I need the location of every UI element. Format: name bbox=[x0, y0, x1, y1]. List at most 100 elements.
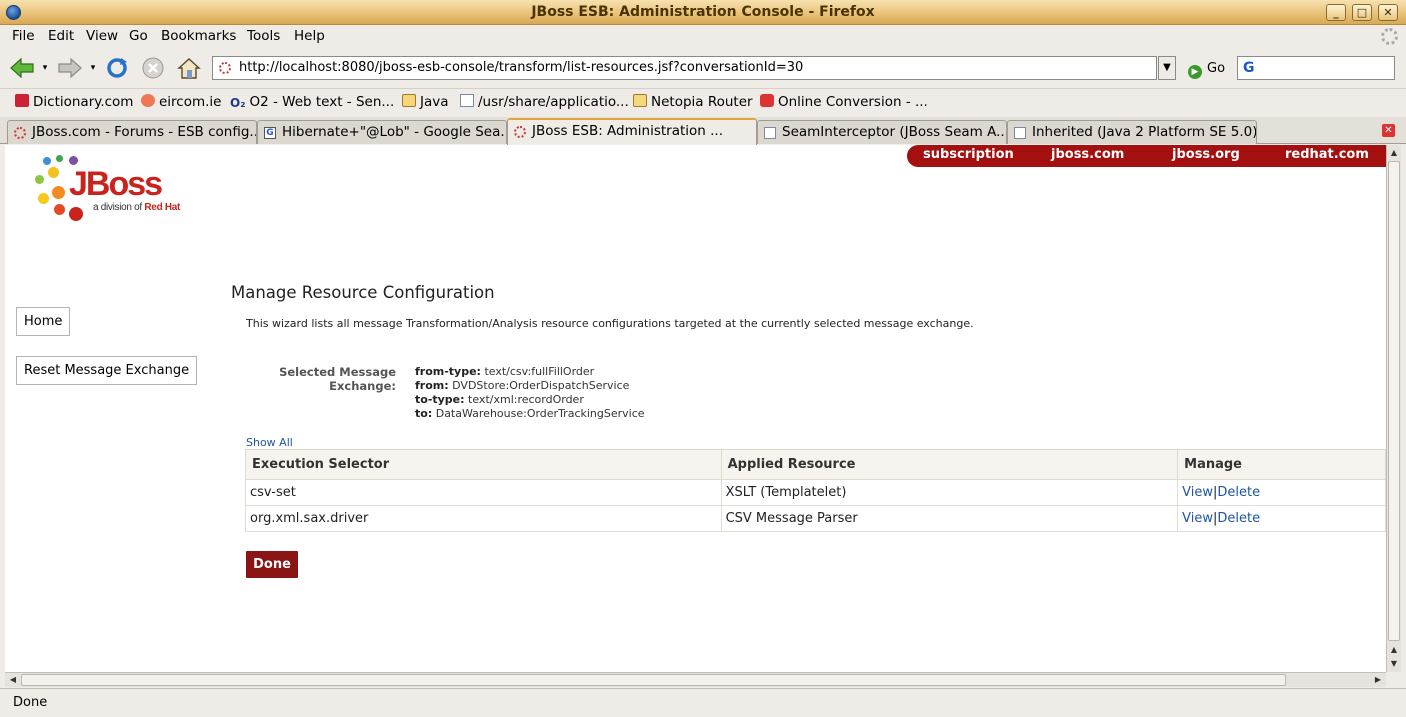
address-bar[interactable]: http://localhost:8080/jboss-esb-console/… bbox=[212, 56, 1157, 80]
menu-edit[interactable]: Edit bbox=[48, 28, 74, 44]
show-all-link[interactable]: Show All bbox=[246, 436, 293, 449]
loading-icon bbox=[14, 127, 26, 139]
bookmark-folder-netopia[interactable]: Netopia Router bbox=[633, 94, 753, 110]
home-button[interactable] bbox=[175, 54, 203, 82]
execution-selector-cell: csv-set bbox=[245, 479, 722, 506]
scroll-down-icon[interactable]: ▼ bbox=[1388, 657, 1400, 671]
logo-wordmark: JBoss bbox=[69, 165, 163, 203]
tab-jboss-esb-console[interactable]: JBoss ESB: Administration ... bbox=[507, 118, 757, 145]
bookmark-folder-java[interactable]: Java bbox=[402, 94, 449, 110]
home-icon bbox=[177, 58, 201, 79]
eircom-icon bbox=[141, 94, 155, 107]
done-button[interactable]: Done bbox=[246, 551, 298, 578]
back-history-dropdown[interactable]: ▾ bbox=[38, 54, 52, 82]
to-row: to: DataWarehouse:OrderTrackingService bbox=[415, 407, 645, 420]
stop-icon bbox=[142, 57, 164, 79]
horizontal-scrollbar[interactable]: ◀ ▶ bbox=[5, 672, 1386, 687]
status-text: Done bbox=[13, 695, 48, 710]
tab-seam-interceptor[interactable]: SeamInterceptor (JBoss Seam A... bbox=[757, 120, 1007, 144]
vertical-scrollbar[interactable]: ▲ ▲ ▼ bbox=[1386, 145, 1401, 672]
from-row: from: DVDStore:OrderDispatchService bbox=[415, 379, 630, 392]
bookmark-online-conversion[interactable]: Online Conversion - ... bbox=[760, 94, 928, 110]
tab-inherited-java[interactable]: Inherited (Java 2 Platform SE 5.0) bbox=[1007, 120, 1257, 144]
bookmark-o2[interactable]: O₂ O2 - Web text - Sen... bbox=[230, 94, 394, 110]
bookmark-usr-share[interactable]: /usr/share/applicatio... bbox=[460, 94, 629, 110]
menu-file[interactable]: File bbox=[12, 28, 35, 44]
window-titlebar: JBoss ESB: Administration Console - Fire… bbox=[0, 0, 1406, 25]
o2-icon: O₂ bbox=[230, 96, 246, 110]
view-link[interactable]: View bbox=[1182, 511, 1213, 526]
delete-link[interactable]: Delete bbox=[1217, 485, 1260, 500]
bookmarks-toolbar: Dictionary.com eircom.ie O₂ O2 - Web text… bbox=[0, 88, 1406, 116]
bookmark-dictionary[interactable]: Dictionary.com bbox=[15, 94, 133, 110]
to-type-row: to-type: text/xml:recordOrder bbox=[415, 393, 584, 406]
folder-icon bbox=[402, 94, 416, 107]
tab-jboss-forums[interactable]: JBoss.com - Forums - ESB config... bbox=[7, 120, 257, 144]
reset-message-exchange-button[interactable]: Reset Message Exchange bbox=[16, 356, 198, 385]
address-history-dropdown[interactable]: ▼ bbox=[1158, 56, 1176, 80]
forward-button[interactable] bbox=[56, 54, 84, 82]
menu-view[interactable]: View bbox=[86, 28, 118, 44]
nav-jboss-com[interactable]: jboss.com bbox=[1051, 147, 1124, 162]
document-icon bbox=[764, 127, 776, 139]
view-link[interactable]: View bbox=[1182, 485, 1213, 500]
status-bar: Done bbox=[0, 688, 1406, 717]
nav-redhat-com[interactable]: redhat.com bbox=[1285, 147, 1369, 162]
applied-resource-cell: XSLT (Templatelet) bbox=[720, 479, 1179, 506]
close-button[interactable]: ✕ bbox=[1378, 4, 1398, 21]
menu-help[interactable]: Help bbox=[294, 28, 325, 44]
conversion-icon bbox=[760, 94, 774, 107]
stop-button[interactable] bbox=[139, 54, 167, 82]
go-label: Go bbox=[1207, 61, 1226, 76]
scroll-up-icon[interactable]: ▲ bbox=[1388, 643, 1400, 657]
search-input[interactable]: G bbox=[1237, 56, 1395, 80]
tab-strip: JBoss.com - Forums - ESB config... G Hibe… bbox=[0, 117, 1406, 145]
tab-google-search[interactable]: G Hibernate+"@Lob" - Google Sea... bbox=[257, 120, 507, 144]
column-header-manage: Manage bbox=[1177, 449, 1386, 480]
window-title: JBoss ESB: Administration Console - Fire… bbox=[531, 4, 875, 20]
forward-history-dropdown[interactable]: ▾ bbox=[86, 54, 100, 82]
go-button[interactable]: ▶ Go bbox=[1188, 61, 1225, 79]
menu-go[interactable]: Go bbox=[129, 28, 148, 44]
back-button[interactable] bbox=[8, 54, 36, 82]
page-favicon-icon bbox=[219, 62, 231, 74]
horizontal-scroll-thumb[interactable] bbox=[21, 674, 1286, 686]
column-header-execution-selector: Execution Selector bbox=[245, 449, 722, 480]
manage-cell: View|Delete bbox=[1177, 479, 1386, 506]
from-type-row: from-type: text/csv:fullFillOrder bbox=[415, 365, 595, 378]
menu-tools[interactable]: Tools bbox=[247, 28, 280, 44]
reload-icon bbox=[107, 58, 127, 78]
scroll-up-icon[interactable]: ▲ bbox=[1388, 146, 1400, 160]
vertical-scroll-thumb[interactable] bbox=[1388, 161, 1400, 641]
page-title: Manage Resource Configuration bbox=[231, 283, 495, 302]
bookmark-eircom[interactable]: eircom.ie bbox=[141, 94, 222, 110]
close-tab-icon[interactable]: ✕ bbox=[1382, 124, 1395, 137]
delete-link[interactable]: Delete bbox=[1217, 511, 1260, 526]
table-row: csv-set XSLT (Templatelet) View|Delete bbox=[245, 479, 1386, 506]
nav-subscription[interactable]: subscription bbox=[923, 147, 1014, 162]
maximize-button[interactable]: □ bbox=[1352, 4, 1372, 21]
google-search-engine-icon[interactable]: G bbox=[1243, 60, 1255, 76]
document-icon bbox=[460, 94, 474, 107]
jboss-logo[interactable]: JBoss a division of Red Hat bbox=[29, 153, 199, 223]
menu-bar: File Edit View Go Bookmarks Tools Help bbox=[0, 25, 1406, 49]
table-header-row: Execution Selector Applied Resource Mana… bbox=[245, 449, 1386, 480]
home-link-button[interactable]: Home bbox=[16, 307, 71, 336]
forward-arrow-icon bbox=[58, 57, 82, 79]
column-header-applied-resource: Applied Resource bbox=[720, 449, 1179, 480]
reload-button[interactable] bbox=[103, 54, 131, 82]
selected-exchange-details: from-type: text/csv:fullFillOrder from: … bbox=[415, 365, 645, 421]
minimize-button[interactable]: _ bbox=[1326, 4, 1346, 21]
address-url[interactable]: http://localhost:8080/jboss-esb-console/… bbox=[239, 60, 803, 75]
page-content: subscription jboss.com jboss.org redhat.… bbox=[5, 145, 1386, 672]
folder-icon bbox=[633, 94, 647, 107]
manage-cell: View|Delete bbox=[1177, 505, 1386, 532]
nav-jboss-org[interactable]: jboss.org bbox=[1172, 147, 1240, 162]
scroll-right-icon[interactable]: ▶ bbox=[1371, 673, 1385, 687]
google-icon: G bbox=[264, 127, 276, 139]
scroll-left-icon[interactable]: ◀ bbox=[6, 673, 20, 687]
table-row: org.xml.sax.driver CSV Message Parser Vi… bbox=[245, 505, 1386, 532]
menu-bookmarks[interactable]: Bookmarks bbox=[161, 28, 236, 44]
top-navigation: subscription jboss.com jboss.org redhat.… bbox=[907, 145, 1386, 167]
loading-icon bbox=[514, 126, 526, 138]
